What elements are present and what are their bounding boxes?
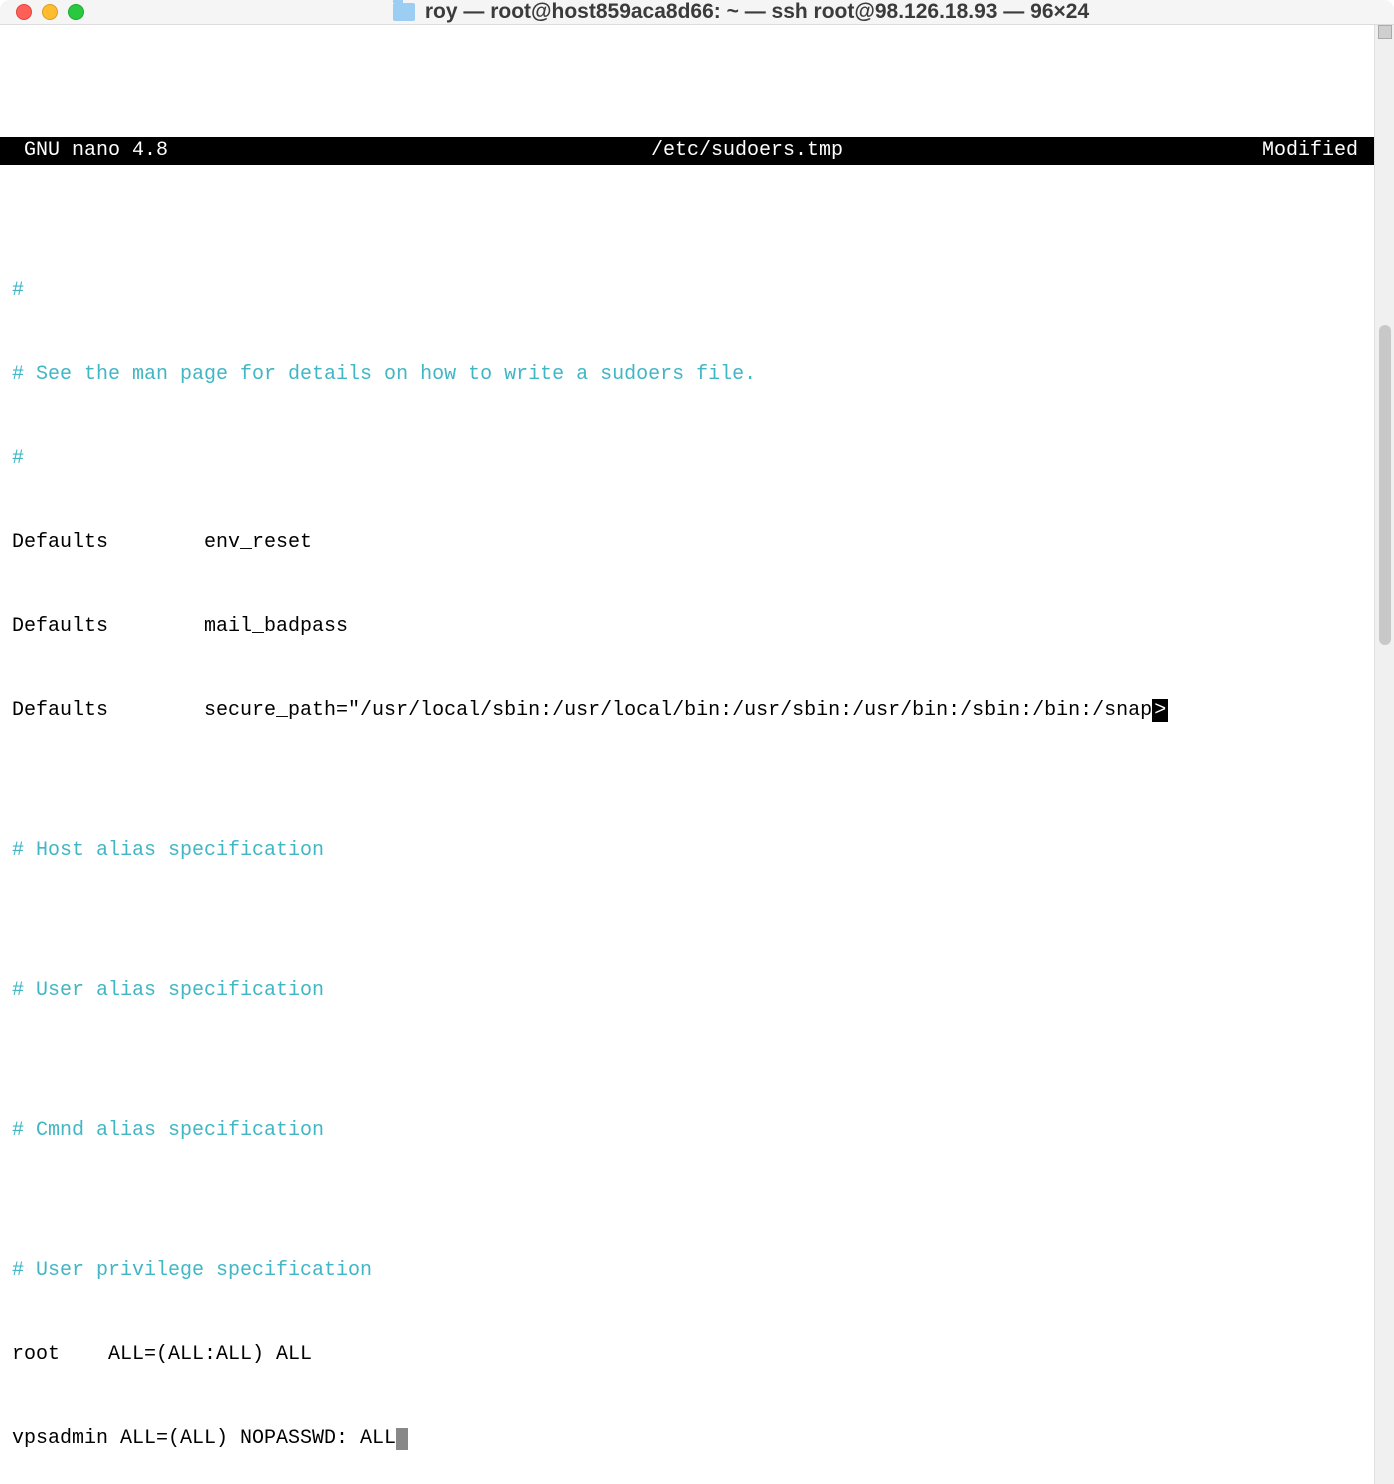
window-titlebar: roy — root@host859aca8d66: ~ — ssh root@… — [0, 0, 1394, 25]
terminal-viewport[interactable]: GNU nano 4.8 /etc/sudoers.tmp Modified #… — [0, 25, 1374, 1484]
editor-line[interactable]: # See the man page for details on how to… — [0, 361, 1374, 389]
editor-line[interactable]: Defaults secure_path="/usr/local/sbin:/u… — [0, 697, 1374, 725]
line-continuation-marker: > — [1152, 699, 1168, 722]
scrollbar-thumb[interactable] — [1379, 325, 1391, 645]
minimize-window-button[interactable] — [42, 4, 58, 20]
nano-modified-status: Modified — [1170, 137, 1370, 165]
text-cursor — [396, 1428, 408, 1450]
editor-line[interactable]: # User alias specification — [0, 977, 1374, 1005]
traffic-lights — [16, 4, 84, 20]
editor-line[interactable]: # — [0, 277, 1374, 305]
close-window-button[interactable] — [16, 4, 32, 20]
vertical-scrollbar[interactable] — [1374, 25, 1394, 1484]
editor-line[interactable]: Defaults mail_badpass — [0, 613, 1374, 641]
nano-app-name: GNU nano 4.8 — [4, 137, 324, 165]
editor-line[interactable]: # — [0, 445, 1374, 473]
nano-status-bar: GNU nano 4.8 /etc/sudoers.tmp Modified — [0, 137, 1374, 165]
editor-line[interactable]: # User privilege specification — [0, 1257, 1374, 1285]
nano-file-path: /etc/sudoers.tmp — [324, 137, 1170, 165]
editor-line[interactable]: Defaults env_reset — [0, 529, 1374, 557]
scrollbar-top-handle[interactable] — [1378, 25, 1392, 39]
editor-line[interactable]: # Cmnd alias specification — [0, 1117, 1374, 1145]
editor-line[interactable]: # Host alias specification — [0, 837, 1374, 865]
window-title: roy — root@host859aca8d66: ~ — ssh root@… — [425, 0, 1089, 24]
folder-icon — [393, 3, 415, 21]
editor-line[interactable]: vpsadmin ALL=(ALL) NOPASSWD: ALL — [0, 1425, 1374, 1453]
zoom-window-button[interactable] — [68, 4, 84, 20]
editor-line[interactable]: root ALL=(ALL:ALL) ALL — [0, 1341, 1374, 1369]
